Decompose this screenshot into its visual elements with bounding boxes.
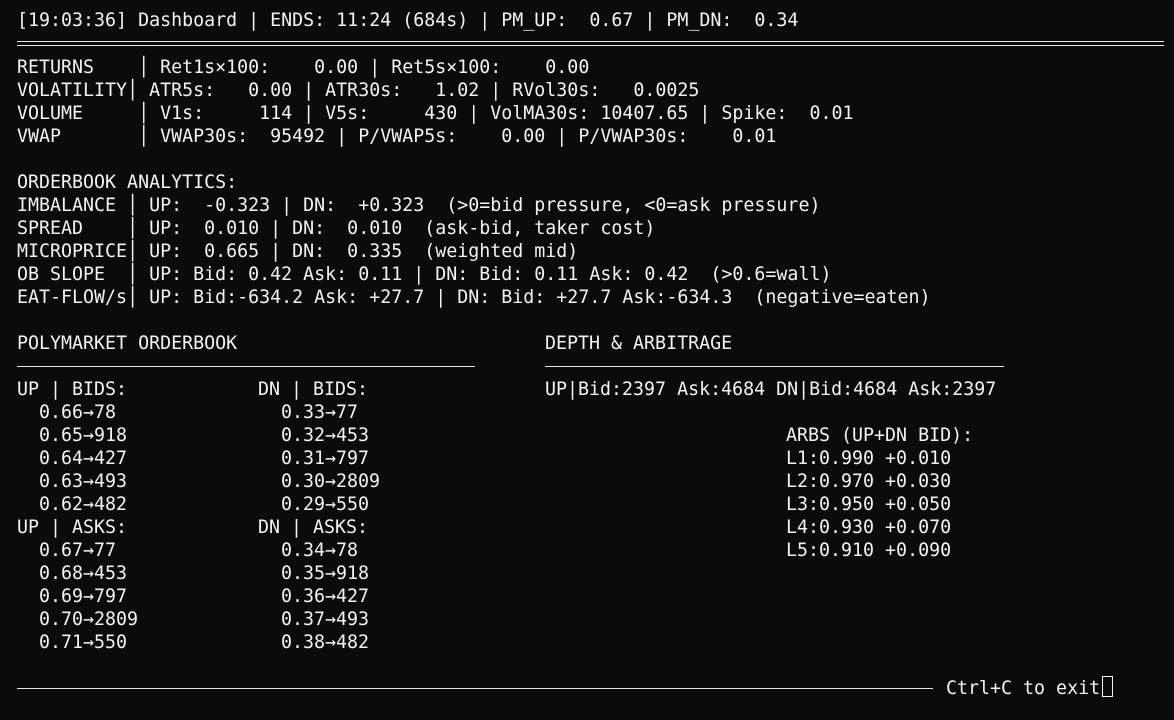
up-ask-level: 0.67→77 (39, 540, 117, 561)
dn-bid-level: 0.33→77 (281, 402, 359, 423)
dn-asks-header: DN | ASKS: (258, 517, 369, 538)
arb-level: L4:0.930 +0.070 (786, 517, 952, 538)
metric-volume-row: VOLUME │ V1s: 114 | V5s: 430 | VolMA30s:… (17, 103, 854, 124)
footer-rule (17, 688, 933, 689)
up-bid-level: 0.66→78 (39, 402, 117, 423)
arbs-title: ARBS (UP+DN BID): (786, 425, 974, 446)
metric-vwap-row: VWAP │ VWAP30s: 95492 | P/VWAP5s: 0.00 |… (17, 126, 777, 147)
up-ask-level: 0.71→550 (39, 632, 128, 653)
analytics-imbalance-row: IMBALANCE │ UP: -0.323 | DN: +0.323 (>0=… (17, 195, 821, 216)
metric-volatility-row: VOLATILITY│ ATR5s: 0.00 | ATR30s: 1.02 |… (17, 80, 700, 101)
polymarket-rule (17, 366, 475, 367)
exit-hint-text: Ctrl+C to exit (946, 678, 1101, 699)
analytics-microprice-row: MICROPRICE│ UP: 0.665 | DN: 0.335 (weigh… (17, 241, 579, 262)
up-bid-level: 0.64→427 (39, 448, 128, 469)
dn-bid-level: 0.29→550 (281, 494, 370, 515)
up-asks-header: UP | ASKS: (17, 517, 128, 538)
up-ask-level: 0.69→797 (39, 586, 128, 607)
dn-ask-level: 0.35→918 (281, 563, 370, 584)
polymarket-orderbook-title: POLYMARKET ORDERBOOK (17, 333, 238, 354)
dn-ask-level: 0.38→482 (281, 632, 370, 653)
depth-line: UP|Bid:2397 Ask:4684 DN|Bid:4684 Ask:239… (545, 379, 997, 400)
up-bid-level: 0.62→482 (39, 494, 128, 515)
terminal-cursor[interactable] (1102, 676, 1114, 697)
metric-returns-row: RETURNS │ Ret1s×100: 0.00 | Ret5s×100: 0… (17, 57, 590, 78)
dn-bids-header: DN | BIDS: (258, 379, 369, 400)
up-bid-level: 0.65→918 (39, 425, 128, 446)
arb-level: L1:0.990 +0.010 (786, 448, 952, 469)
up-ask-level: 0.68→453 (39, 563, 128, 584)
analytics-spread-row: SPREAD │ UP: 0.010 | DN: 0.010 (ask-bid,… (17, 218, 656, 239)
exit-hint: Ctrl+C to exit (946, 676, 1114, 700)
arb-level: L3:0.950 +0.050 (786, 494, 952, 515)
dn-ask-level: 0.34→78 (281, 540, 359, 561)
dashboard-header: [19:03:36] Dashboard | ENDS: 11:24 (684s… (17, 10, 799, 31)
dn-bid-level: 0.32→453 (281, 425, 370, 446)
dn-ask-level: 0.37→493 (281, 609, 370, 630)
up-bids-header: UP | BIDS: (17, 379, 128, 400)
dn-bid-level: 0.30→2809 (281, 471, 381, 492)
arb-level: L2:0.970 +0.030 (786, 471, 952, 492)
analytics-eat-flow-row: EAT-FLOW/s│ UP: Bid:-634.2 Ask: +27.7 | … (17, 287, 931, 308)
dn-ask-level: 0.36→427 (281, 586, 370, 607)
orderbook-analytics-title: ORDERBOOK ANALYTICS: (17, 172, 238, 193)
up-ask-level: 0.70→2809 (39, 609, 139, 630)
up-bid-level: 0.63→493 (39, 471, 128, 492)
arb-level: L5:0.910 +0.090 (786, 540, 952, 561)
header-double-rule (17, 41, 1164, 46)
depth-rule (545, 366, 1004, 367)
analytics-ob-slope-row: OB SLOPE │ UP: Bid: 0.42 Ask: 0.11 | DN:… (17, 264, 832, 285)
dn-bid-level: 0.31→797 (281, 448, 370, 469)
depth-arbitrage-title: DEPTH & ARBITRAGE (545, 333, 733, 354)
